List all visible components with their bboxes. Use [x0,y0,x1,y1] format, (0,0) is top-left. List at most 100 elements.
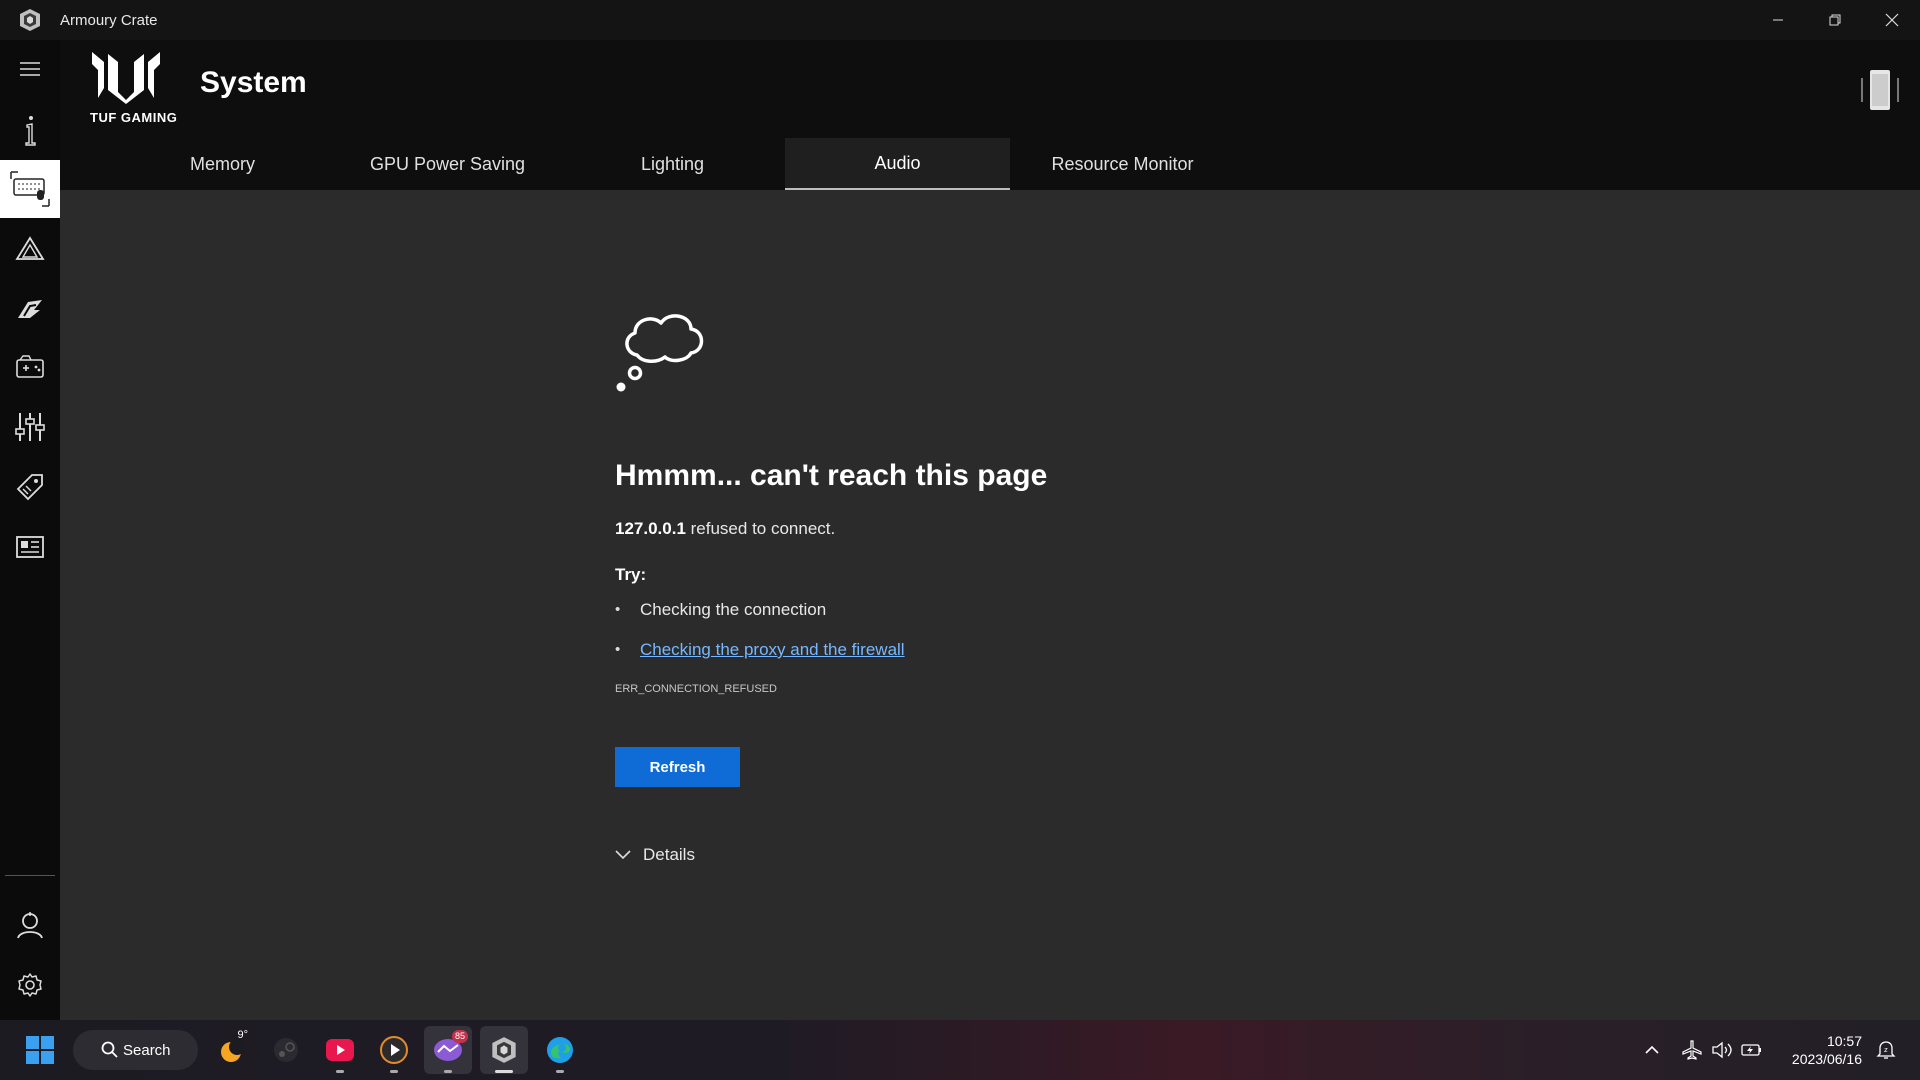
chevron-up-icon [1645,1045,1659,1054]
deals-tag-icon [16,474,43,501]
try-label: Try: [615,565,647,584]
chevron-down-icon [615,847,631,863]
sidebar-item-news[interactable] [0,518,60,576]
tab-gpu-power-saving[interactable]: GPU Power Saving [335,138,560,190]
edge-browser-icon [547,1037,573,1063]
sidebar-item-system[interactable] [0,160,60,218]
game-library-icon [16,355,44,378]
steam-icon [274,1038,298,1062]
left-navigation-rail [0,40,60,1020]
svg-text:z: z [1884,1046,1888,1054]
armoury-crate-icon [492,1037,516,1063]
error-panel: Hmmm... can't reach this page 127.0.0.1 … [615,305,1315,865]
tab-lighting[interactable]: Lighting [560,138,785,190]
sidebar-item-scenario-profiles[interactable] [0,398,60,456]
settings-icon [18,973,42,997]
weather-temperature: 9° [237,1029,248,1041]
airplane-icon [1682,1040,1702,1060]
content-area: Hmmm... can't reach this page 127.0.0.1 … [60,190,1920,1020]
active-indicator [495,1070,513,1073]
media-player-icon [380,1036,408,1064]
page-title: System [200,66,307,99]
notification-badge: 85 [451,1030,468,1043]
running-indicator [336,1070,344,1073]
windows-start-icon [26,1036,54,1064]
taskbar-app-media[interactable] [316,1026,364,1074]
tab-memory[interactable]: Memory [110,138,335,190]
window-title: Armoury Crate [60,11,158,29]
aura-sync-icon [15,236,45,260]
refresh-button[interactable]: Refresh [615,747,740,787]
details-toggle[interactable]: Details [615,845,1315,865]
info-icon [25,116,36,146]
battery-charging-icon [1741,1044,1761,1056]
thought-cloud-icon [615,305,715,405]
title-bar: Armoury Crate [0,0,1920,40]
running-indicator [556,1070,564,1073]
taskbar-search[interactable]: Search [73,1030,198,1070]
search-label: Search [123,1041,171,1059]
restore-icon [1829,14,1840,26]
airplane-mode-button[interactable] [1677,1020,1707,1080]
running-indicator [444,1070,452,1073]
sidebar-item-game-library[interactable] [0,338,60,396]
sidebar-item-home[interactable] [0,102,60,160]
battery-button[interactable] [1737,1020,1767,1080]
sidebar-item-deals[interactable] [0,458,60,516]
user-center-icon [17,912,43,939]
media-app-icon [326,1039,354,1061]
sidebar-item-aura-sync[interactable] [0,220,60,278]
taskbar-app-armoury-crate[interactable] [480,1026,528,1074]
taskbar-app-player[interactable] [370,1026,418,1074]
header: TUF GAMING System Memory GPU Power Savin… [60,40,1920,190]
error-code: ERR_CONNECTION_REFUSED [615,683,777,695]
error-message: 127.0.0.1 refused to connect. [615,519,1315,539]
notification-center-button[interactable]: z [1871,1020,1901,1080]
tab-audio[interactable]: Audio [785,138,1010,190]
menu-button[interactable] [0,40,60,98]
device-phone-icon [1861,70,1899,110]
taskbar-app-steam[interactable] [262,1026,310,1074]
tuf-gaming-logo-text: TUF GAMING [90,110,178,125]
menu-icon [20,62,40,76]
taskbar-clock[interactable]: 10:57 2023/06/16 [1792,1032,1862,1068]
clock-time: 10:57 [1826,1033,1862,1049]
details-label: Details [643,845,695,864]
running-indicator [390,1070,398,1073]
proxy-firewall-link[interactable]: Checking the proxy and the firewall [640,640,905,659]
taskbar-app-messenger[interactable]: 85 [424,1026,472,1074]
start-button[interactable] [16,1026,64,1074]
error-title: Hmmm... can't reach this page [615,459,1048,492]
volume-button[interactable] [1707,1020,1737,1080]
close-button[interactable] [1863,0,1920,40]
sidebar-item-user-center[interactable] [0,896,60,954]
error-message-text: refused to connect. [690,519,836,538]
taskbar-app-edge[interactable] [536,1026,584,1074]
sidebar-item-armoury[interactable] [0,280,60,338]
clock-date: 2023/06/16 [1791,1051,1862,1067]
news-icon [16,536,44,558]
rail-divider [5,875,55,876]
show-hidden-icons-button[interactable] [1637,1020,1667,1080]
minimize-icon [1772,19,1783,21]
minimize-button[interactable] [1749,0,1806,40]
error-host: 127.0.0.1 [615,519,686,538]
taskbar: Search 9° 85 10:57 2023/06/16 z [0,1020,1920,1080]
game-deals-icon [18,300,42,318]
tab-resource-monitor[interactable]: Resource Monitor [1010,138,1235,190]
device-button[interactable] [1860,66,1900,114]
sidebar-item-settings[interactable] [0,956,60,1014]
restore-button[interactable] [1806,0,1863,40]
weather-widget[interactable]: 9° [208,1026,256,1074]
suggestion-proxy-firewall: Checking the proxy and the firewall [615,639,1315,679]
tab-bar: Memory GPU Power Saving Lighting Audio R… [110,138,1235,190]
search-icon [101,1041,118,1058]
armoury-crate-app-icon [16,6,44,34]
close-icon [1885,13,1898,27]
speaker-icon [1712,1041,1732,1059]
suggestion-check-connection: Checking the connection [615,599,1315,639]
keyboard-device-icon [10,171,50,207]
scenario-profiles-icon [15,413,45,441]
notification-bell-icon: z [1876,1041,1896,1059]
suggestion-list: Checking the connection Checking the pro… [615,599,1315,679]
